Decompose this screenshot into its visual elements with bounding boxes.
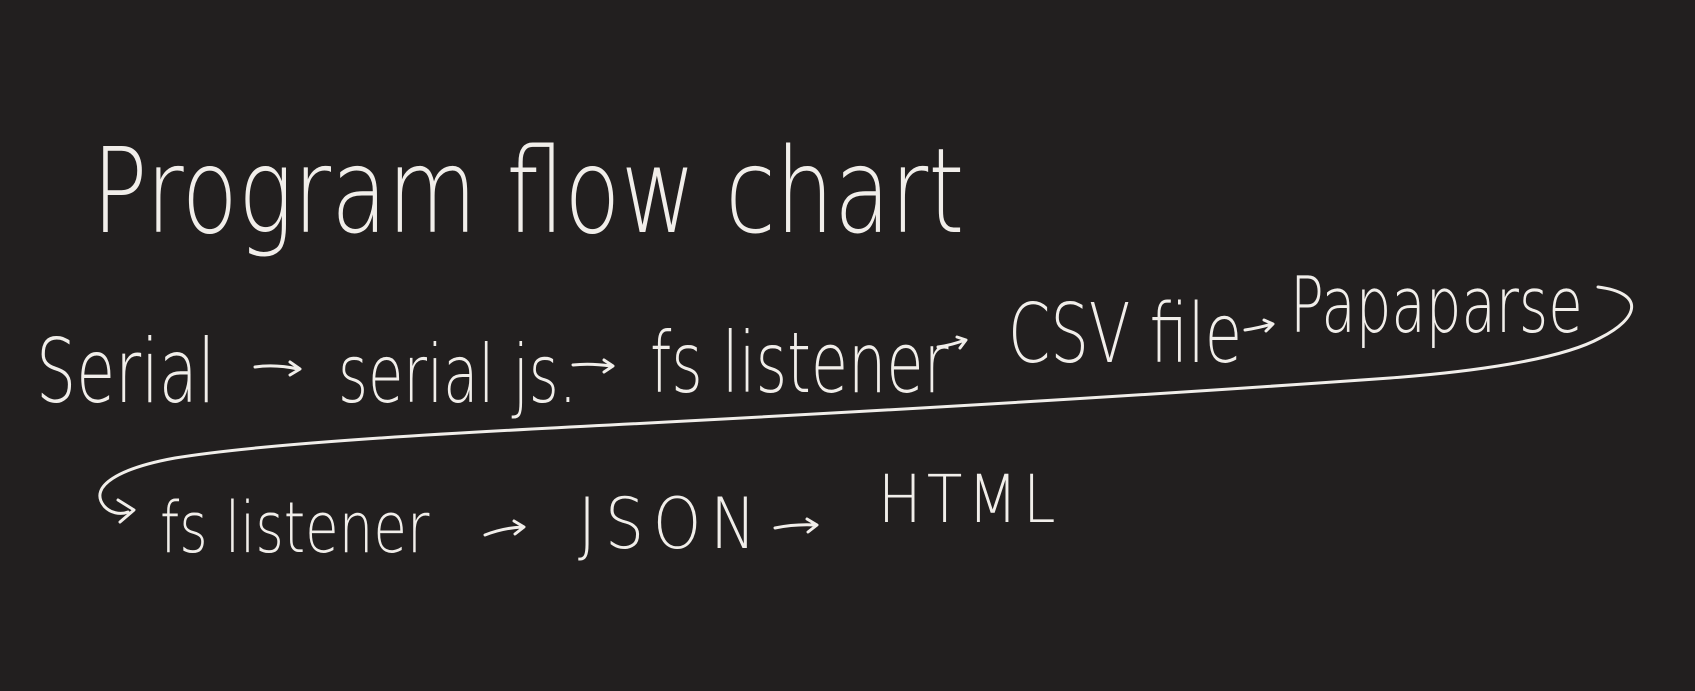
arrow-fslistener-to-json: [483, 519, 526, 537]
flow-node-papaparse: Papaparse: [1290, 261, 1583, 352]
flow-node-serial: Serial: [36, 322, 215, 424]
flow-node-json: JSON: [578, 483, 765, 565]
flow-node-fs-listener: fs listener: [650, 315, 949, 413]
flow-node-fs-listener-2: fs listener: [160, 487, 430, 568]
arrow-csv-to-papaparse: [1243, 318, 1275, 333]
flow-node-serial-js: serial js.: [338, 329, 577, 422]
flow-node-html: HTML: [878, 460, 1061, 538]
arrow-json-to-html: [773, 517, 819, 534]
arrow-serial-to-serialjs: [253, 360, 302, 377]
whiteboard: Program flow chart Serial serial js. fs …: [0, 0, 1695, 691]
page-title: Program flow chart: [92, 123, 964, 260]
flow-node-csv-file: CSV file: [1008, 287, 1242, 382]
arrow-serialjs-to-fslistener: [571, 358, 615, 374]
flowchart-canvas: Program flow chart Serial serial js. fs …: [36, 123, 1633, 569]
return-connector-arrowhead: [116, 498, 136, 524]
